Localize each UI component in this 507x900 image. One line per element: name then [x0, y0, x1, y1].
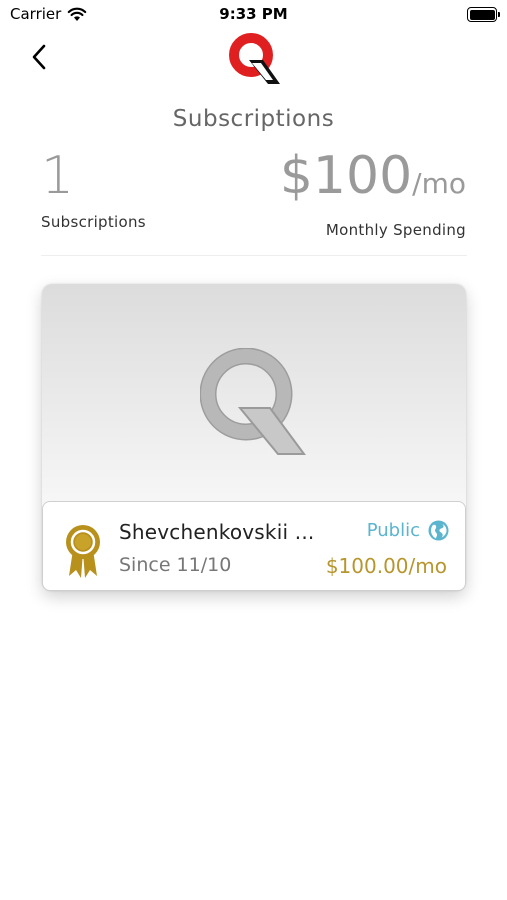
subscription-count-stat: 1 Subscriptions	[41, 145, 146, 231]
q-logo-icon	[229, 33, 280, 84]
status-time: 9:33 PM	[219, 5, 288, 23]
monthly-spending-stat: $100/mo Monthly Spending	[280, 145, 466, 239]
subscription-card[interactable]: Shevchenkovskii ... Since 11/10 Public $…	[42, 284, 466, 591]
creator-name: Shevchenkovskii ...	[119, 520, 315, 544]
q-logo-placeholder-icon	[200, 348, 306, 455]
spending-unit: /mo	[412, 167, 466, 200]
spending-value: $100	[279, 146, 413, 206]
divider	[41, 255, 467, 256]
visibility-indicator: Public	[367, 520, 449, 541]
subscription-price: $100.00/mo	[325, 554, 447, 578]
nav-bar	[0, 30, 507, 86]
monthly-spending-label: Monthly Spending	[325, 221, 466, 239]
subscription-since: Since 11/10	[119, 554, 232, 576]
back-button[interactable]	[22, 40, 56, 74]
monthly-spending-amount: $100/mo	[280, 145, 466, 215]
page-title: Subscriptions	[172, 106, 335, 132]
visibility-label: Public	[366, 520, 420, 541]
subscription-count: 1	[41, 146, 75, 206]
globe-icon	[428, 520, 449, 541]
chevron-left-icon	[32, 44, 46, 70]
ribbon-award-icon	[66, 525, 100, 578]
subscription-count-label: Subscriptions	[41, 213, 146, 231]
battery-icon	[467, 7, 500, 22]
subscription-info-panel: Shevchenkovskii ... Since 11/10 Public $…	[42, 501, 466, 591]
status-bar: Carrier 9:33 PM	[0, 0, 507, 30]
